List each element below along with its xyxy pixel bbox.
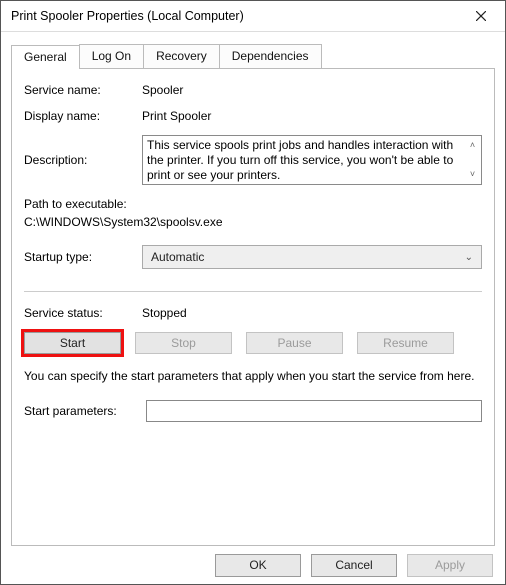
value-display-name: Print Spooler — [142, 109, 482, 123]
tab-row: General Log On Recovery Dependencies — [11, 44, 495, 68]
tab-dependencies[interactable]: Dependencies — [219, 44, 322, 68]
stop-button: Stop — [135, 332, 232, 354]
dialog-footer: OK Cancel Apply — [1, 546, 505, 584]
label-display-name: Display name: — [24, 109, 142, 123]
chevron-down-icon: ⌄ — [465, 252, 473, 263]
description-box[interactable]: This service spools print jobs and handl… — [142, 135, 482, 185]
resume-button: Resume — [357, 332, 454, 354]
ok-button[interactable]: OK — [215, 554, 301, 577]
tab-general[interactable]: General — [11, 45, 80, 69]
apply-button: Apply — [407, 554, 493, 577]
cancel-button[interactable]: Cancel — [311, 554, 397, 577]
divider — [24, 291, 482, 292]
tab-panel-general: Service name: Spooler Display name: Prin… — [11, 68, 495, 546]
start-parameters-note: You can specify the start parameters tha… — [24, 368, 482, 384]
dialog-body: General Log On Recovery Dependencies Ser… — [1, 32, 505, 546]
startup-type-value: Automatic — [151, 250, 204, 264]
label-start-parameters: Start parameters: — [24, 404, 146, 418]
tab-recovery[interactable]: Recovery — [143, 44, 220, 68]
service-control-buttons: Start Stop Pause Resume — [24, 332, 482, 354]
window-title: Print Spooler Properties (Local Computer… — [11, 9, 459, 23]
value-service-status: Stopped — [142, 306, 482, 320]
close-button[interactable] — [459, 1, 503, 31]
pause-button: Pause — [246, 332, 343, 354]
label-description: Description: — [24, 153, 142, 167]
titlebar: Print Spooler Properties (Local Computer… — [1, 1, 505, 32]
tab-logon[interactable]: Log On — [79, 44, 144, 68]
value-path: C:\WINDOWS\System32\spoolsv.exe — [24, 215, 482, 229]
startup-type-select[interactable]: Automatic ⌄ — [142, 245, 482, 269]
start-button[interactable]: Start — [24, 332, 121, 354]
label-service-name: Service name: — [24, 83, 142, 97]
dialog-window: Print Spooler Properties (Local Computer… — [0, 0, 506, 585]
start-parameters-input[interactable] — [146, 400, 482, 422]
label-path: Path to executable: — [24, 197, 482, 211]
value-description: This service spools print jobs and handl… — [147, 138, 453, 182]
scroll-down-icon[interactable]: ˅ — [470, 167, 475, 182]
scroll-up-icon[interactable]: ˄ — [470, 138, 475, 153]
value-service-name: Spooler — [142, 83, 482, 97]
label-service-status: Service status: — [24, 306, 142, 320]
label-startup-type: Startup type: — [24, 250, 142, 264]
close-icon — [476, 11, 486, 21]
description-scrollbar[interactable]: ˄ ˅ — [464, 136, 481, 184]
